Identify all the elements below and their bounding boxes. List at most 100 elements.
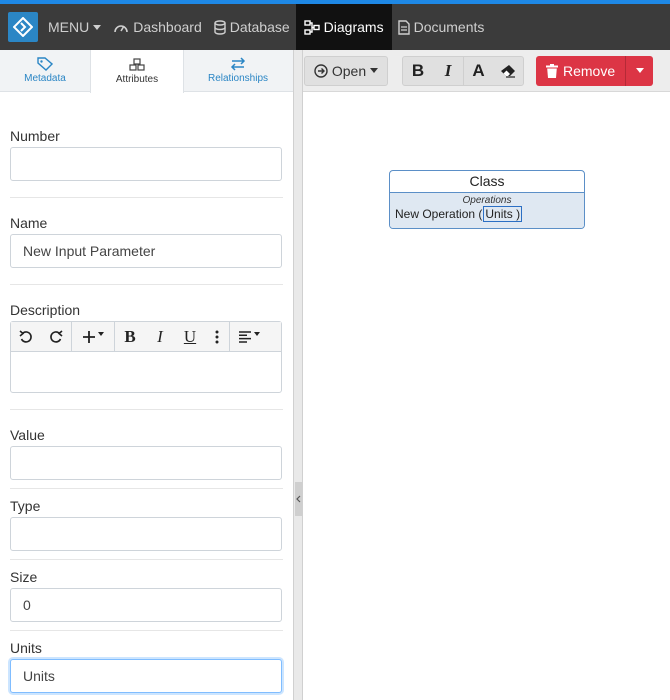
open-button[interactable]: Open [304,55,388,86]
description-label: Description [10,302,81,318]
caret-down-icon [254,331,260,336]
remove-button[interactable]: Remove [536,55,626,86]
italic-icon: I [157,326,163,346]
nav-documents-label: Documents [413,19,485,35]
nav-database-label: Database [229,19,290,35]
parameter-edit-box[interactable]: Units ) [483,206,523,222]
nav-documents[interactable]: Documents [392,4,491,50]
tab-metadata[interactable]: Metadata [0,50,90,91]
tab-attributes[interactable]: Attributes [90,50,184,93]
circle-arrow-right-icon [314,63,328,78]
operations-section-label: Operations [462,195,512,206]
diagram-toolbar: Open B I A Remove [303,50,670,92]
editor-toolbar: B I U [11,321,281,352]
units-input[interactable]: Units [10,659,282,693]
nav-dashboard[interactable]: Dashboard [107,4,208,50]
tab-relationships-label: Relationships [207,73,269,84]
panel-splitter[interactable] [293,50,303,700]
nav-diagrams-label: Diagrams [323,19,384,35]
italic-button[interactable]: I [145,322,175,352]
eraser-button[interactable] [493,57,523,85]
operation-close-paren: ) [516,207,521,221]
value-label: Value [10,427,45,443]
number-label: Number [10,128,60,144]
tab-attributes-label: Attributes [115,74,159,85]
caret-down-icon [370,68,379,73]
bold-icon: B [124,326,136,346]
operations-compartment: Operations New Operation ( Units ) [390,193,584,228]
more-button[interactable] [205,322,229,352]
field-units: Units Units [10,631,283,693]
collapse-handle[interactable] [295,482,302,516]
logo-icon [13,17,33,37]
database-icon [214,19,226,35]
underline-button[interactable]: U [175,322,205,352]
cubes-icon [129,58,145,71]
description-editor: B I U [10,321,282,393]
tab-relationships[interactable]: Relationships [184,50,292,91]
name-label: Name [10,215,48,231]
italic-icon: I [444,60,452,80]
ellipsis-vertical-icon [215,330,219,343]
diagram-canvas[interactable]: Class Operations New Operation ( Units ) [303,92,670,700]
app-logo[interactable] [8,12,38,42]
remove-dropdown-toggle[interactable] [625,55,654,86]
undo-icon [19,329,32,343]
align-button[interactable] [230,322,268,352]
properties-panel: Metadata Attributes Relationships Number… [0,50,293,700]
number-input[interactable] [10,147,282,181]
name-input[interactable]: New Input Parameter [10,234,282,268]
attributes-form: Number Name New Input Parameter Descript… [0,92,293,693]
file-icon [397,19,410,35]
nav-diagrams[interactable]: Diagrams [295,4,392,50]
tab-metadata-label: Metadata [24,73,66,84]
nav-dashboard-label: Dashboard [133,19,202,35]
tag-icon [37,57,53,71]
undo-button[interactable] [11,322,41,352]
size-input[interactable]: 0 [10,588,282,622]
size-label: Size [10,569,38,585]
bold-button[interactable]: B [115,322,145,352]
redo-button[interactable] [41,322,71,352]
chevron-left-icon [296,495,301,503]
sitemap-icon [303,19,320,35]
class-title[interactable]: Class [390,171,584,193]
nav-database[interactable]: Database [208,4,296,50]
bold-icon: B [411,60,425,80]
redo-icon [50,329,63,343]
gauge-icon [114,25,129,33]
operation-name: New Operation ( [395,207,483,221]
field-number: Number [10,92,283,198]
caret-down-icon [98,331,104,336]
value-input[interactable] [10,446,282,480]
open-label: Open [331,62,367,79]
font-color-button[interactable]: A [463,56,493,85]
font-icon: A [472,60,485,80]
properties-tabs: Metadata Attributes Relationships [0,50,293,93]
type-label: Type [10,498,41,514]
top-navbar: MENU Dashboard Database Diagrams Documen… [0,4,670,50]
remove-label: Remove [563,62,616,79]
field-name: Name New Input Parameter [10,198,283,285]
menu-button[interactable]: MENU [42,4,107,50]
italic-format-button[interactable]: I [433,57,463,85]
insert-button[interactable] [72,322,114,352]
field-type: Type [10,489,283,560]
underline-icon: U [183,326,197,346]
remove-split-button: Remove [536,55,654,86]
operation-row[interactable]: New Operation ( Units ) [390,206,584,222]
format-button-group: B I A [402,55,524,86]
diagram-panel: Open B I A Remove Class Operations New O… [303,50,670,700]
uml-class-node[interactable]: Class Operations New Operation ( Units ) [389,170,585,229]
description-textarea[interactable] [11,352,281,392]
plus-icon [83,330,95,343]
align-left-icon [239,330,251,343]
bold-format-button[interactable]: B [403,57,433,85]
type-input[interactable] [10,517,282,551]
caret-down-icon [93,24,102,30]
field-description: Description B I U [10,285,283,410]
field-size: Size 0 [10,560,283,631]
parameter-name: Units [485,207,513,221]
units-label: Units [10,640,42,656]
menu-label: MENU [48,19,90,35]
